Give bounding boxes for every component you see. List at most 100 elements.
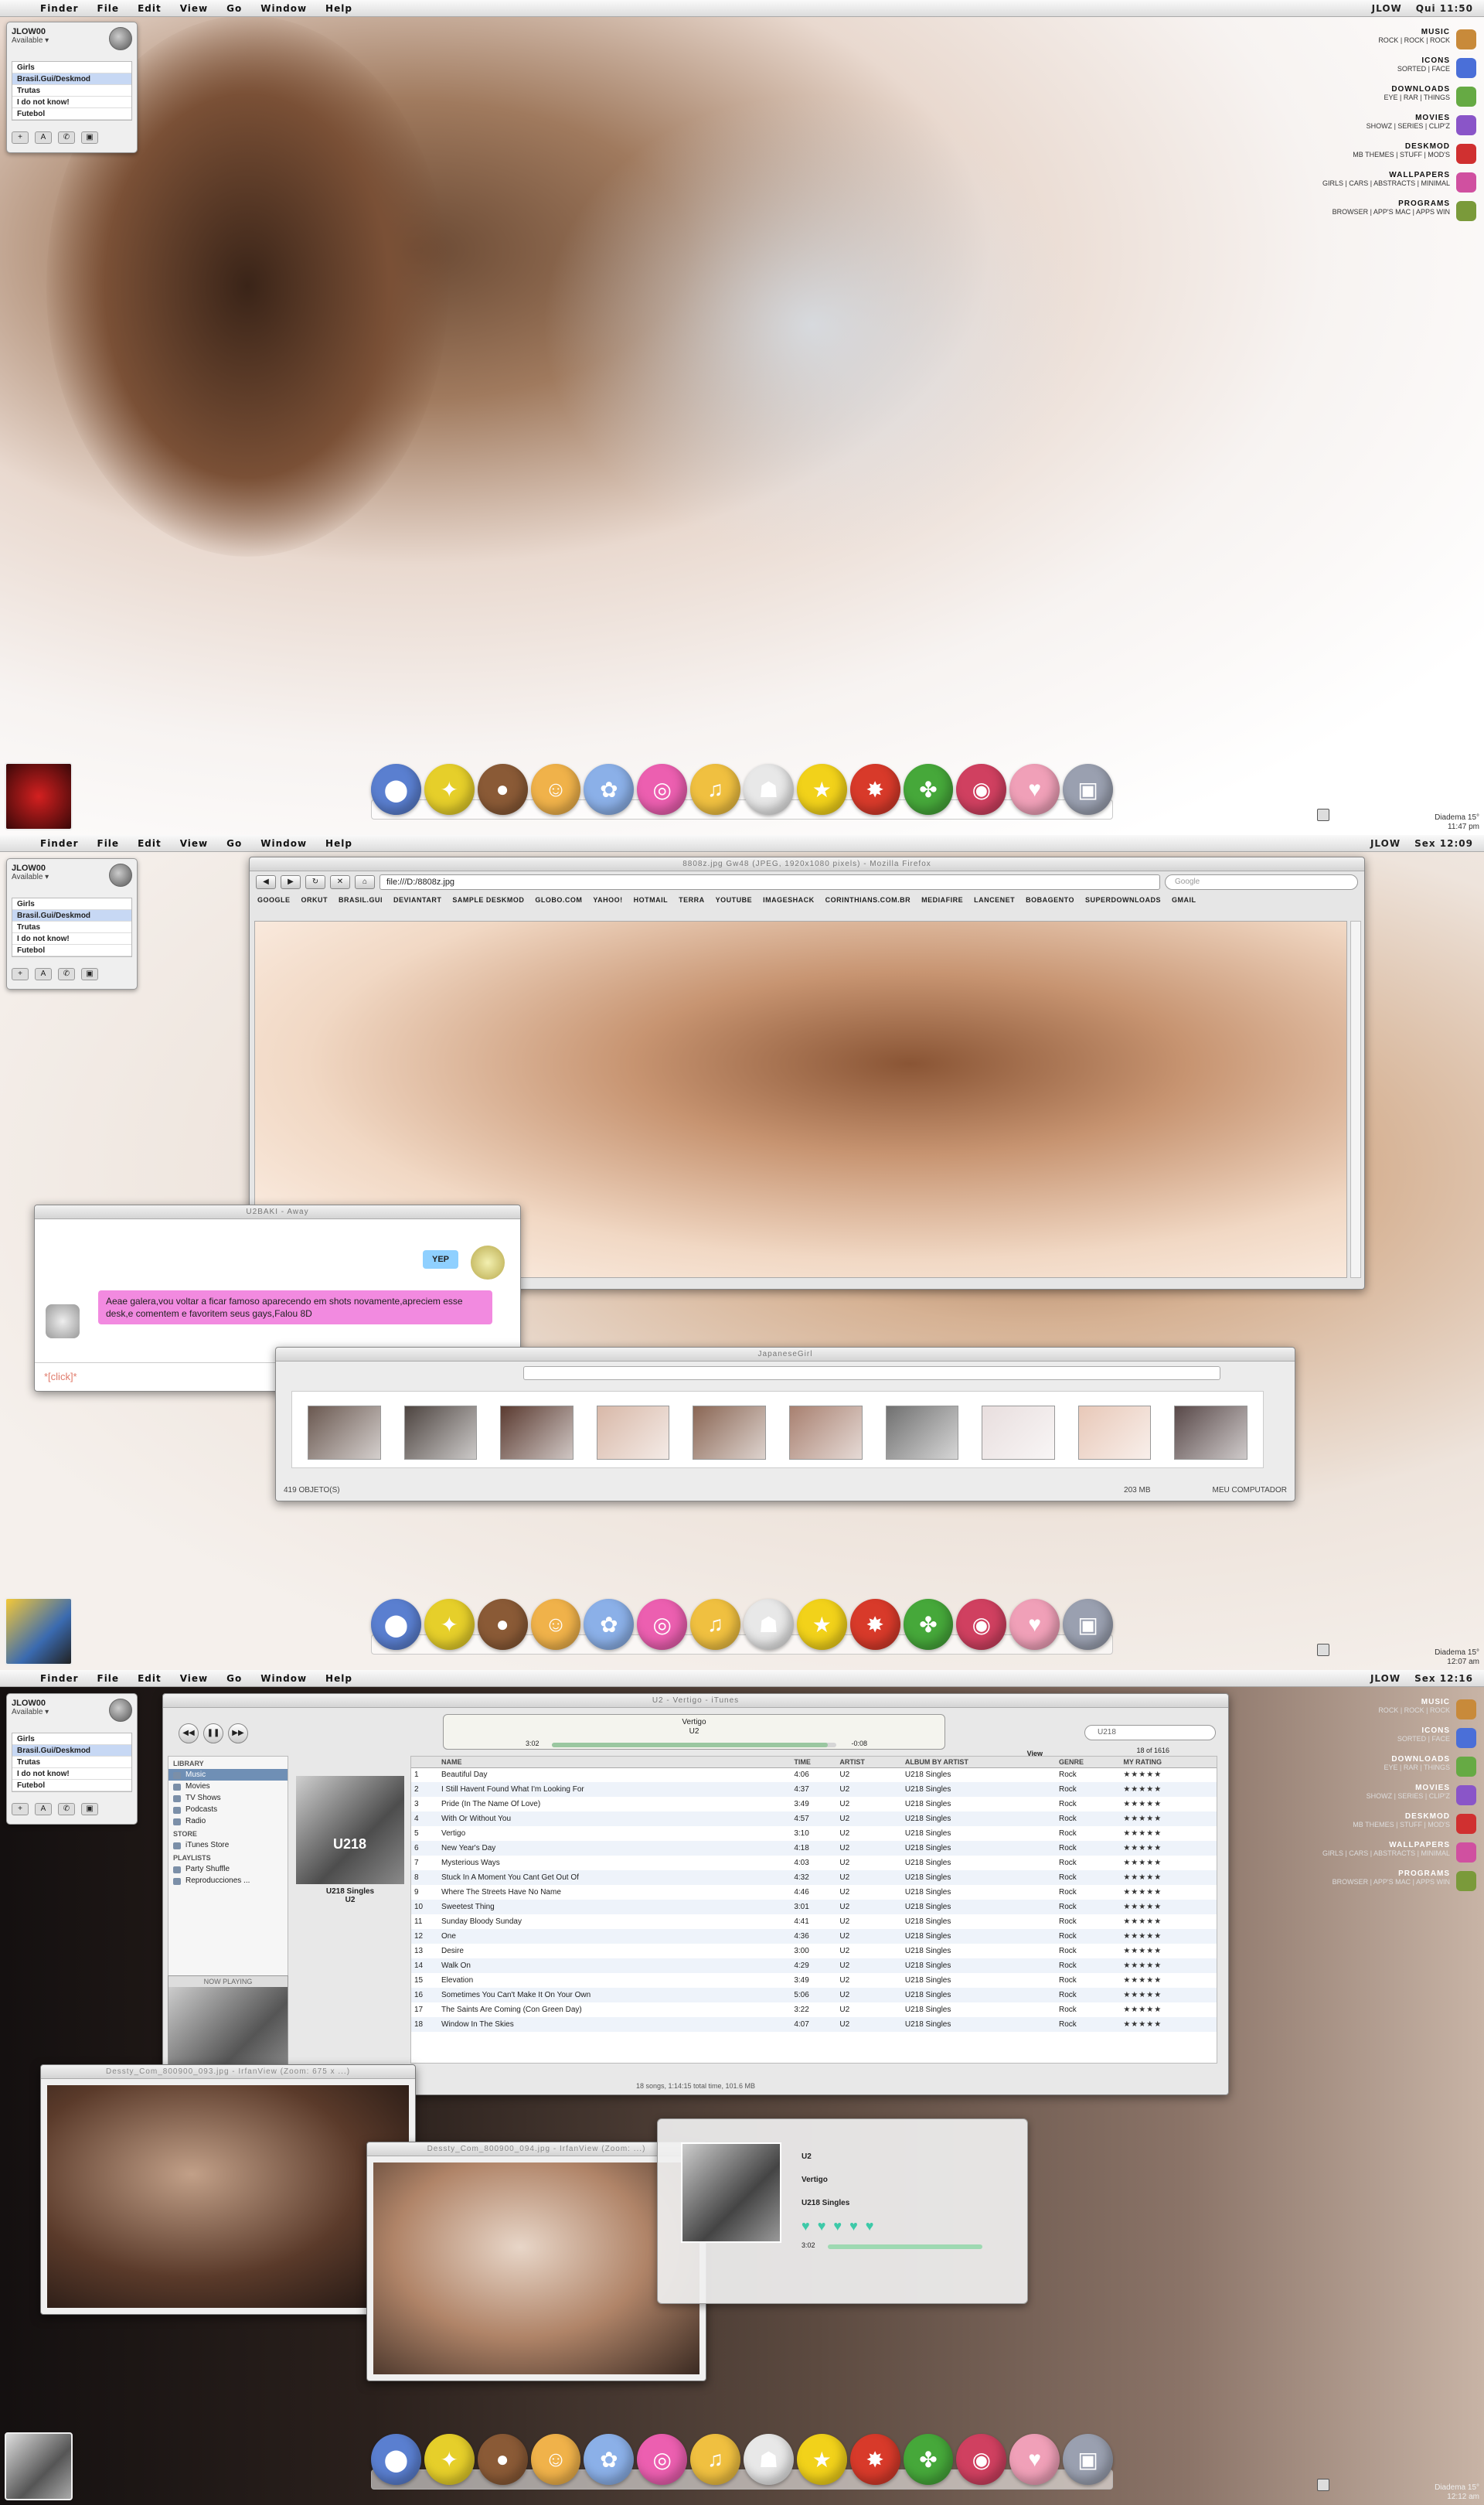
source-podcasts[interactable]: Podcasts	[168, 1804, 288, 1815]
column-header[interactable]: Album by Artist	[901, 1757, 1056, 1768]
menu-go[interactable]: Go	[217, 1673, 251, 1684]
menu-go[interactable]: Go	[217, 3, 251, 14]
album-thumbnail[interactable]	[5, 2432, 73, 2500]
rating-stars[interactable]: ★★★★★	[1120, 1856, 1217, 1870]
address-field[interactable]	[523, 1366, 1220, 1380]
buddy-status[interactable]: Available ▾	[12, 36, 49, 45]
bowtie-ball-icon[interactable]: ⬤	[370, 1599, 421, 1650]
pink-pig-icon[interactable]: ♥	[1009, 2434, 1060, 2485]
bird-icon[interactable]: ✿	[584, 2434, 635, 2485]
bird-icon[interactable]: ✿	[584, 1599, 635, 1650]
album-cover[interactable]: U218	[296, 1776, 404, 1884]
font-icon[interactable]: A	[35, 968, 52, 980]
group-trutas[interactable]: Trutas	[12, 85, 131, 97]
menu-edit[interactable]: Edit	[128, 1673, 171, 1684]
quick-link-sub[interactable]: rock | rock | rock	[1378, 1706, 1450, 1714]
menu-window[interactable]: Window	[251, 1673, 316, 1684]
quick-link-6[interactable]: Programs browser | app's mac | apps win	[1314, 1869, 1476, 1898]
home-button[interactable]: ⌂	[355, 875, 375, 889]
rating-stars[interactable]: ★★★★★	[1120, 1782, 1217, 1797]
add-buddy-icon[interactable]: +	[12, 131, 29, 144]
quick-link-title[interactable]: Wallpapers	[1314, 1841, 1450, 1849]
image-thumbnail[interactable]	[982, 1406, 1055, 1460]
quick-link-sub[interactable]: showz | series | clip'z	[1367, 1792, 1450, 1800]
menu-window[interactable]: Window	[251, 3, 316, 14]
image-thumbnail[interactable]	[1174, 1406, 1247, 1460]
red-ball-icon[interactable]: ◉	[956, 764, 1007, 815]
menu-file[interactable]: File	[88, 3, 129, 14]
image-thumbnail[interactable]	[500, 1406, 574, 1460]
next-button[interactable]: ▶▶	[228, 1723, 248, 1743]
quick-link-title[interactable]: Downloads	[1314, 1755, 1450, 1764]
forward-button[interactable]: ▶	[281, 875, 301, 889]
quick-link-4[interactable]: Deskmod mb themes | stuff | mod's	[1314, 1812, 1476, 1841]
rating-stars[interactable]: ★★★★★	[1120, 2017, 1217, 2032]
bear-icon[interactable]: ●	[477, 2434, 528, 2485]
bookmark-item[interactable]: Lancenet	[974, 896, 1015, 904]
pink-pig-icon[interactable]: ♥	[1009, 764, 1060, 815]
menubar-clock[interactable]: Sex 12:16	[1414, 1673, 1473, 1684]
buddy-status[interactable]: Available ▾	[12, 873, 49, 881]
bookmark-item[interactable]: Bobagento	[1026, 896, 1074, 904]
group-girls[interactable]: Girls	[12, 62, 131, 73]
playback-progress[interactable]	[552, 1743, 836, 1747]
menu-view[interactable]: View	[171, 1673, 217, 1684]
image-thumbnail[interactable]	[308, 1406, 381, 1460]
red-bird-icon[interactable]: ✸	[849, 2434, 900, 2485]
menu-help[interactable]: Help	[316, 3, 362, 14]
music-note-icon[interactable]: ♫	[690, 2434, 740, 2485]
quick-link-icon[interactable]	[1456, 1842, 1476, 1863]
quick-link-title[interactable]: Movies	[1314, 1784, 1450, 1792]
table-row[interactable]: 15 Elevation 3:49 U2 U218 Singles Rock ★★★★★	[411, 1973, 1217, 1988]
quick-link-5[interactable]: Wallpapers girls | cars | abstracts | min…	[1314, 1841, 1476, 1869]
bookmark-item[interactable]: Superdownloads	[1085, 896, 1161, 904]
camera-icon[interactable]: ▣	[81, 968, 98, 980]
menubar-user[interactable]: JLOW	[1372, 3, 1402, 14]
resize-handle-icon[interactable]	[1317, 2479, 1329, 2491]
rating-stars[interactable]: ★★★★★	[1120, 1958, 1217, 1973]
star-logo-thumbnail[interactable]	[5, 762, 73, 830]
quick-link-icon[interactable]	[1456, 1757, 1476, 1777]
crocodile-icon[interactable]: ✤	[903, 764, 954, 815]
source-movies[interactable]: Movies	[168, 1781, 288, 1792]
quick-link-title[interactable]: Music	[1314, 28, 1450, 36]
font-icon[interactable]: A	[35, 1803, 52, 1815]
rating-stars[interactable]: ★★★★★	[1120, 1841, 1217, 1856]
bookmark-item[interactable]: MediaFire	[921, 896, 963, 904]
duck-icon[interactable]: ✦	[424, 1599, 475, 1650]
quick-link-sub[interactable]: eye | rar | things	[1384, 1764, 1450, 1771]
menu-file[interactable]: File	[88, 1673, 129, 1684]
quick-link-icon[interactable]	[1456, 1728, 1476, 1748]
reload-button[interactable]: ↻	[305, 875, 325, 889]
stormtrooper-icon[interactable]: ☗	[744, 2434, 794, 2485]
trash-can-icon[interactable]: ▣	[1063, 2434, 1114, 2485]
quick-link-sub[interactable]: rock | rock | rock	[1378, 36, 1450, 44]
quick-link-icon[interactable]	[1456, 144, 1476, 164]
quick-link-0[interactable]: Music rock | rock | rock	[1314, 1698, 1476, 1726]
column-header[interactable]: My Rating	[1120, 1757, 1217, 1768]
group-girls[interactable]: Girls	[12, 898, 131, 910]
image-thumbnail[interactable]	[788, 1406, 863, 1460]
menu-finder[interactable]: Finder	[31, 3, 88, 14]
stop-button[interactable]: ✕	[330, 875, 350, 889]
group-brasilgui[interactable]: Brasil.Gui/Deskmod	[12, 1745, 131, 1757]
nerd-face-icon[interactable]: ☺	[530, 1599, 581, 1650]
bowtie-ball-icon[interactable]: ⬤	[370, 2434, 421, 2485]
stormtrooper-icon[interactable]: ☗	[744, 764, 794, 815]
table-row[interactable]: 11 Sunday Bloody Sunday 4:41 U2 U218 Singles…	[411, 1914, 1217, 1929]
table-row[interactable]: 2I Still Havent Found What I'm Looking F…	[411, 1782, 1217, 1797]
bookmark-item[interactable]: Sample Deskmod	[452, 896, 524, 904]
column-header[interactable]: Name	[438, 1757, 791, 1768]
quick-link-icon[interactable]	[1456, 1871, 1476, 1891]
quick-link-3[interactable]: Movies showz | series | clip'z	[1314, 1784, 1476, 1812]
bear-icon[interactable]: ●	[477, 1599, 528, 1650]
rating-stars[interactable]: ★★★★★	[1120, 1988, 1217, 2002]
quick-link-0[interactable]: Music rock | rock | rock	[1314, 28, 1476, 56]
quick-link-icon[interactable]	[1456, 1785, 1476, 1805]
avatar[interactable]	[109, 864, 132, 887]
trash-can-icon[interactable]: ▣	[1063, 764, 1114, 815]
image-thumbnail[interactable]	[596, 1406, 670, 1460]
quick-link-2[interactable]: Downloads eye | rar | things	[1314, 85, 1476, 114]
donut-icon[interactable]: ◎	[637, 764, 688, 815]
column-header[interactable]	[411, 1757, 438, 1768]
